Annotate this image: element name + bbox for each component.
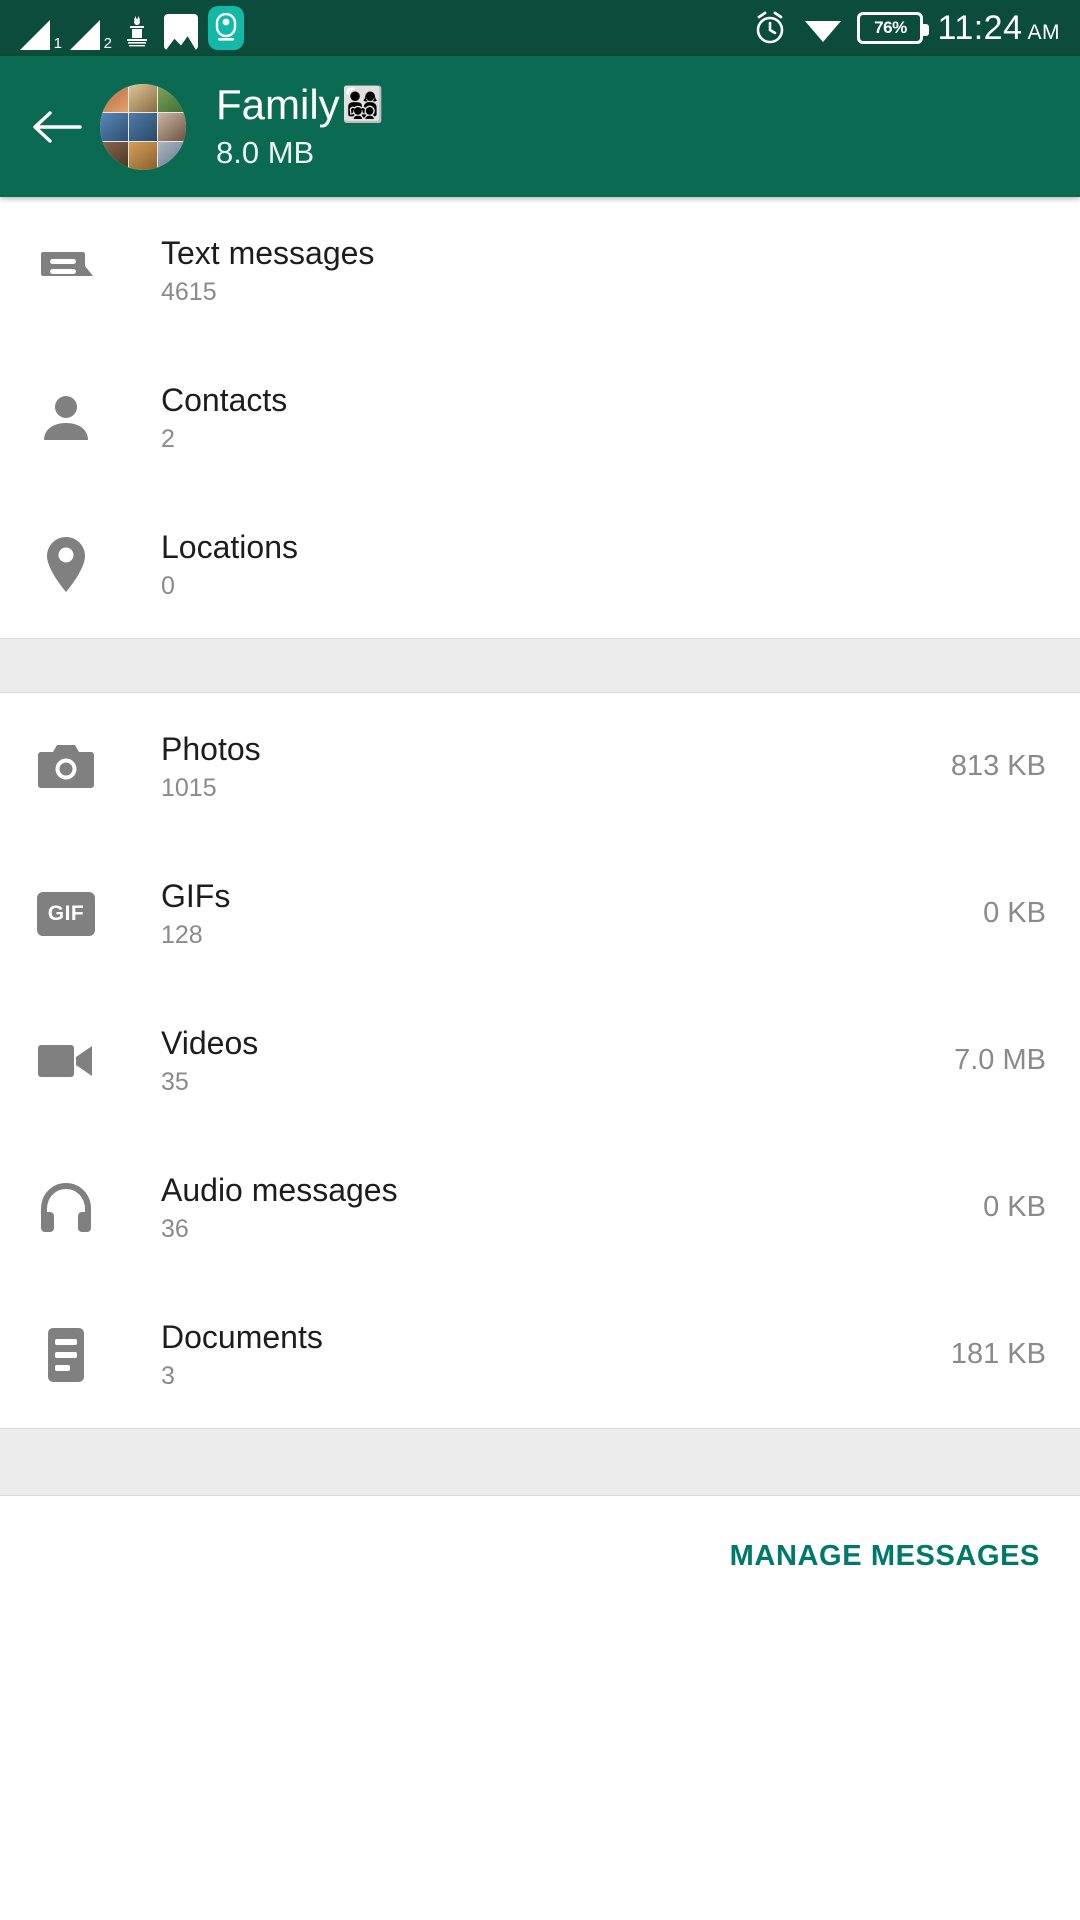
list-item[interactable]: Locations 0 — [0, 491, 1080, 638]
battery-percent-label: 76% — [874, 18, 907, 37]
signal-bars-1-icon: 1 — [20, 16, 62, 52]
audio-messages-icon — [34, 1176, 98, 1240]
list-item[interactable]: GIF GIFs 128 0 KB — [0, 840, 1080, 987]
text-messages-icon — [34, 239, 98, 303]
bottom-divider — [0, 1428, 1080, 1496]
list-item-count: 4615 — [161, 277, 217, 306]
contacts-icon — [34, 386, 98, 450]
list-item-label: GIFs — [161, 877, 231, 914]
list-item-size: 0 KB — [983, 897, 1046, 929]
page-title: Family 👨‍👩‍👧‍👦 — [216, 81, 384, 129]
list-item-text: Audio messages 36 — [161, 1172, 398, 1243]
videos-icon — [34, 1029, 98, 1093]
documents-icon — [34, 1323, 98, 1387]
list-item-size: 181 KB — [950, 1338, 1046, 1370]
gif-badge-label: GIF — [37, 891, 95, 936]
page-title-text: Family — [216, 81, 340, 129]
list-item[interactable]: Photos 1015 813 KB — [0, 693, 1080, 840]
photos-icon — [34, 735, 98, 799]
list-item-text: Text messages 4615 — [161, 235, 374, 306]
back-arrow-icon — [33, 110, 82, 143]
manage-messages-button[interactable]: MANAGE MESSAGES — [730, 1540, 1040, 1573]
status-bar-right: 76% 11:24 AM — [751, 9, 1060, 48]
signal-1-label: 1 — [53, 35, 62, 52]
family-emoji: 👨‍👩‍👧‍👦 — [341, 85, 384, 124]
signal-bars-2-icon: 2 — [70, 16, 112, 52]
avatar[interactable] — [100, 83, 186, 170]
status-bar: 1 2 76% 11:24 AM — [0, 0, 1080, 56]
list-item-text: Contacts 2 — [161, 382, 287, 453]
app-bar: Family 👨‍👩‍👧‍👦 8.0 MB — [0, 56, 1080, 197]
total-size-label: 8.0 MB — [216, 134, 315, 170]
list-item[interactable]: Videos 35 7.0 MB — [0, 987, 1080, 1134]
government-emblem-icon — [120, 14, 154, 50]
app-bar-titles: Family 👨‍👩‍👧‍👦 8.0 MB — [216, 81, 384, 170]
back-button[interactable] — [24, 94, 90, 160]
wifi-icon — [803, 12, 843, 44]
list-item-count: 35 — [161, 1067, 189, 1096]
list-item-count: 1015 — [161, 773, 217, 802]
clock-time: 11:24 AM — [937, 9, 1060, 48]
list-item-size: 7.0 MB — [954, 1044, 1046, 1076]
list-item-count: 2 — [161, 424, 175, 453]
locations-icon — [34, 533, 98, 597]
list-item-label: Contacts — [161, 381, 288, 418]
list-item-count: 3 — [161, 1361, 175, 1390]
list-item-text: Documents 3 — [161, 1319, 323, 1390]
list-item-label: Photos — [161, 730, 261, 767]
list-item-count: 36 — [161, 1214, 189, 1243]
list-item-count: 0 — [161, 571, 175, 600]
storage-section-media: Photos 1015 813 KB GIF GIFs 128 0 KB Vid… — [0, 693, 1080, 1428]
list-item-count: 128 — [161, 920, 203, 949]
list-item[interactable]: Contacts 2 — [0, 344, 1080, 491]
list-item-text: Photos 1015 — [161, 731, 261, 802]
footer-bar: MANAGE MESSAGES — [0, 1496, 1080, 1616]
status-bar-left: 1 2 — [20, 6, 244, 52]
list-item[interactable]: Text messages 4615 — [0, 197, 1080, 344]
gif-icon: GIF — [34, 882, 98, 946]
signal-2-label: 2 — [103, 35, 112, 52]
battery-icon: 76% — [857, 12, 930, 44]
list-item-label: Audio messages — [161, 1171, 398, 1208]
list-item-label: Videos — [161, 1024, 259, 1061]
location-badge-icon — [208, 6, 244, 50]
section-divider — [0, 638, 1080, 693]
list-item-size: 0 KB — [983, 1191, 1046, 1223]
list-item-text: Locations 0 — [161, 529, 298, 600]
gallery-icon — [164, 14, 198, 50]
list-item[interactable]: Audio messages 36 0 KB — [0, 1134, 1080, 1281]
meridiem-label: AM — [1027, 20, 1060, 44]
time-label: 11:24 — [937, 8, 1023, 47]
list-item[interactable]: Documents 3 181 KB — [0, 1281, 1080, 1428]
list-item-label: Documents — [161, 1318, 323, 1355]
list-item-text: GIFs 128 — [161, 878, 230, 949]
list-item-label: Text messages — [161, 234, 375, 271]
storage-section-messages: Text messages 4615 Contacts 2 Locations … — [0, 197, 1080, 638]
alarm-clock-icon — [751, 9, 789, 47]
list-item-label: Locations — [161, 528, 298, 565]
list-item-text: Videos 35 — [161, 1025, 258, 1096]
list-item-size: 813 KB — [950, 750, 1046, 782]
